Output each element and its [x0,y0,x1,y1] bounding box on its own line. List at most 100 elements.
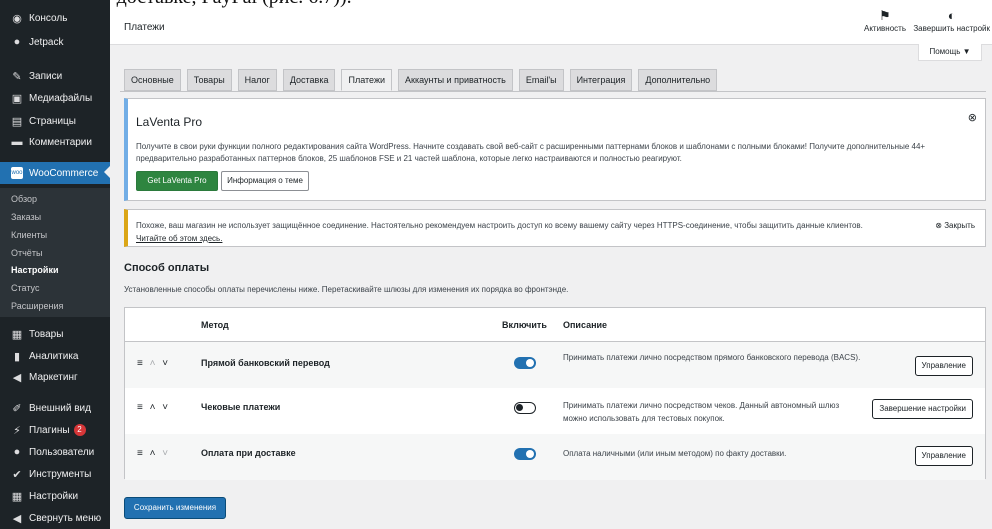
sidebar-item-analytics[interactable]: ▮ Аналитика [0,346,110,366]
sidebar-item-label: Страницы [29,115,76,127]
active-indicator [104,166,110,178]
plugins-update-badge: 2 [73,424,86,436]
submenu-item-status[interactable]: Статус [11,283,39,293]
comment-icon: ▬ [11,136,23,148]
get-theme-pro-button[interactable]: Get LaVenta Pro [136,171,218,191]
payment-method-name[interactable]: Оплата при доставке [201,448,296,458]
sidebar-item-comments[interactable]: ▬ Комментарии [0,132,110,152]
pin-icon: ✎ [12,70,22,83]
submenu-item-customers[interactable]: Клиенты [11,230,47,240]
move-up-icon: ˄ [149,448,158,459]
sort-controls[interactable]: ≡ ˄ ˅ [137,402,170,413]
theme-notice-text: Получите в свои руки функции полного ред… [136,142,926,163]
ssl-notice-link[interactable]: Читайте об этом здесь. [136,234,222,243]
payment-method-name[interactable]: Чековые платежи [201,402,280,412]
move-up-icon: ˄ [149,358,158,369]
tab-general[interactable]: Основные [124,69,181,91]
finish-setup-label: Завершить настройк [913,24,990,33]
column-header-description: Описание [563,320,608,330]
sidebar-item-label: Свернуть меню [29,512,102,524]
sidebar-item-plugins[interactable]: ⚡ Плагины 2 [0,420,110,440]
page-icon: ▤ [11,115,23,128]
close-icon[interactable]: ⊗ [968,111,977,124]
help-tab-button[interactable]: Помощь ▼ [918,44,982,61]
tab-products[interactable]: Товары [186,69,232,91]
sidebar-item-marketing[interactable]: ◀ Маркетинг [0,367,110,387]
appearance-icon: ✐ [12,402,22,415]
sidebar-item-label: Инструменты [29,468,92,480]
users-icon: ● [13,446,21,458]
move-down-icon: ˅ [162,448,171,459]
sidebar-item-label: Маркетинг [29,371,78,383]
sidebar-item-settings[interactable]: ▦ Настройки [0,486,110,506]
tools-icon: ✔ [12,468,22,481]
sidebar-item-media[interactable]: ▣ Медиафайлы [0,88,110,108]
payment-method-description: Принимать платежи лично посредством чеко… [563,401,840,423]
sidebar-item-label: Медиафайлы [29,92,93,104]
sidebar-item-label: Аналитика [29,350,79,362]
theme-notice-title: LaVenta Pro [136,115,203,129]
settings-icon: ▦ [11,490,23,503]
submenu-item-orders[interactable]: Заказы [11,212,41,222]
tab-accounts-privacy[interactable]: Аккаунты и приватность [398,69,513,91]
submenu-item-reports[interactable]: Отчёты [11,248,42,258]
enable-toggle[interactable] [514,357,536,369]
finish-setup-button[interactable]: Завершение настройки [872,399,973,419]
theme-info-button[interactable]: Информация о теме [221,171,309,191]
manage-button[interactable]: Управление [914,446,973,466]
tab-integration[interactable]: Интеграция [569,69,633,91]
sort-controls[interactable]: ≡ ˄ ˅ [137,358,170,369]
activity-button[interactable]: ⚑ Активность [864,8,906,33]
payment-method-description: Принимать платежи лично посредством прям… [563,353,861,362]
column-header-enabled: Включить [502,320,547,330]
drag-handle-icon: ≡ [137,448,145,459]
payment-method-name[interactable]: Прямой банковский перевод [201,358,330,368]
sidebar-item-woocommerce[interactable]: woo WooCommerce [0,162,110,184]
sidebar-item-jetpack[interactable]: ● Jetpack [0,32,110,52]
submenu-item-overview[interactable]: Обзор [11,194,37,204]
sidebar-item-label: Jetpack [29,36,64,48]
tab-advanced[interactable]: Дополнительно [638,69,718,91]
tab-tax[interactable]: Налог [237,69,277,91]
move-up-icon: ˄ [149,402,158,413]
enable-toggle[interactable] [514,402,536,414]
ssl-notice-text: Похоже, ваш магазин не использует защищё… [136,221,863,230]
save-changes-button[interactable]: Сохранить изменения [124,497,226,519]
drag-handle-icon: ≡ [137,358,145,369]
media-icon: ▣ [11,92,23,105]
manage-button[interactable]: Управление [914,356,973,376]
payment-method-description: Оплата наличными (или иным методом) по ф… [563,449,787,458]
sidebar-item-tools[interactable]: ✔ Инструменты [0,464,110,484]
sidebar-item-label: Внешний вид [29,402,91,414]
submenu-item-settings[interactable]: Настройки [11,265,58,275]
submenu-item-extensions[interactable]: Расширения [11,301,63,311]
sidebar-item-label: Плагины [29,424,70,436]
tab-payments[interactable]: Платежи [341,69,392,91]
close-circle-icon: ⊗ [935,221,945,230]
collapse-menu-button[interactable]: ◀ Свернуть меню [0,508,110,528]
sidebar-item-appearance[interactable]: ✐ Внешний вид [0,398,110,418]
sidebar-item-users[interactable]: ● Пользователи [0,442,110,462]
woocommerce-icon: woo [11,167,23,179]
tab-shipping[interactable]: Доставка [282,69,336,91]
caption-text: Г доставке, PayPal (рис. 6.7)). [0,0,992,8]
flag-icon: ⚑ [879,8,891,23]
ssl-notice-dismiss[interactable]: ⊗ Закрыть [935,221,975,230]
drag-handle-icon: ≡ [137,402,145,413]
sort-controls[interactable]: ≡ ˄ ˅ [137,448,170,459]
table-row: ≡ ˄ ˅ Прямой банковский перевод Принимат… [125,342,985,388]
finish-setup-button[interactable]: ◐ Завершить настройк [913,8,990,33]
page-title: Платежи [124,22,165,33]
sidebar-item-products[interactable]: ▦ Товары [0,324,110,344]
sidebar-item-posts[interactable]: ✎ Записи [0,66,110,86]
sidebar-item-pages[interactable]: ▤ Страницы [0,111,110,131]
enable-toggle[interactable] [514,448,536,460]
table-row: ≡ ˄ ˅ Оплата при доставке Оплата наличны… [125,434,985,480]
dashboard-icon: ◉ [12,12,22,25]
tab-emails[interactable]: Email'ы [518,69,564,91]
section-title: Способ оплаты [124,262,210,274]
column-header-method: Метод [201,320,229,330]
progress-icon: ◐ [947,8,956,23]
dismiss-label: Закрыть [944,221,975,230]
sidebar-item-dashboard[interactable]: ◉ Консоль [0,8,110,28]
